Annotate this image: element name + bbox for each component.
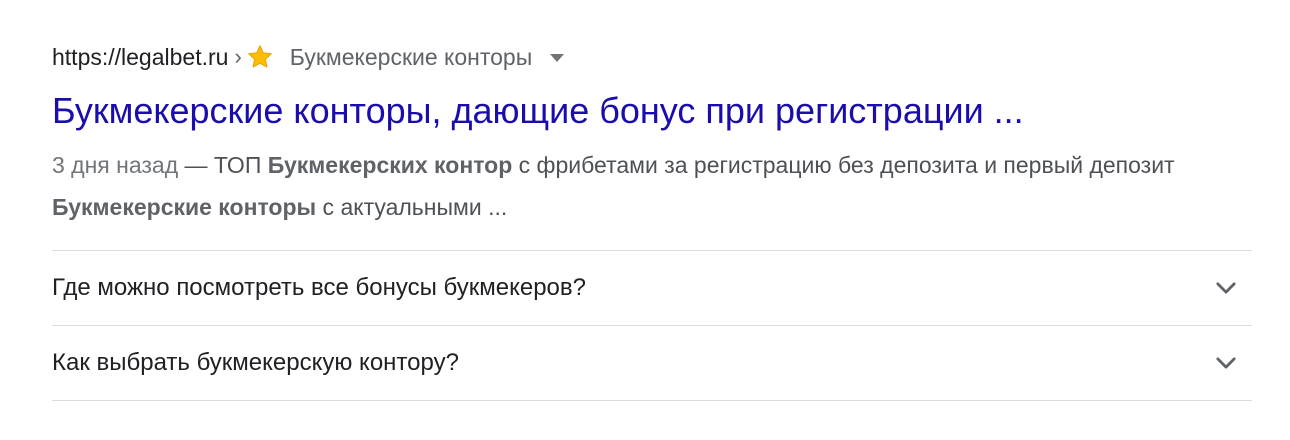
breadcrumb-separator: › [234,44,242,69]
breadcrumb-path[interactable]: Букмекерские конторы [290,44,532,71]
search-result: https://legalbet.ru › Букмекерские конто… [52,38,1252,228]
chevron-down-icon[interactable] [1212,274,1240,302]
snippet-text: — ТОП [178,152,268,178]
snippet-date: 3 дня назад [52,152,179,178]
related-questions: Где можно посмотреть все бонусы букмекер… [52,250,1252,401]
breadcrumb: https://legalbet.ru › Букмекерские конто… [52,38,1252,76]
faq-item[interactable]: Где можно посмотреть все бонусы букмекер… [52,251,1252,326]
snippet-bold: Букмекерские конторы [52,194,317,220]
result-snippet: 3 дня назад — ТОП Букмекерских контор с … [52,144,1252,228]
result-title-link[interactable]: Букмекерские конторы, дающие бонус при р… [52,88,1252,134]
faq-question: Как выбрать букмекерскую контору? [52,349,459,376]
chevron-down-icon[interactable] [1212,349,1240,377]
star-icon [246,43,274,71]
snippet-text: с фрибетами за регистрацию без депозита … [512,152,1175,178]
faq-question: Где можно посмотреть все бонусы букмекер… [52,274,586,301]
result-domain[interactable]: https://legalbet.ru [52,44,228,71]
snippet-text: с актуальными ... [316,194,508,220]
snippet-bold: Букмекерских контор [267,152,513,178]
caret-down-icon[interactable] [550,54,565,62]
faq-item[interactable]: Как выбрать букмекерскую контору? [52,326,1252,401]
